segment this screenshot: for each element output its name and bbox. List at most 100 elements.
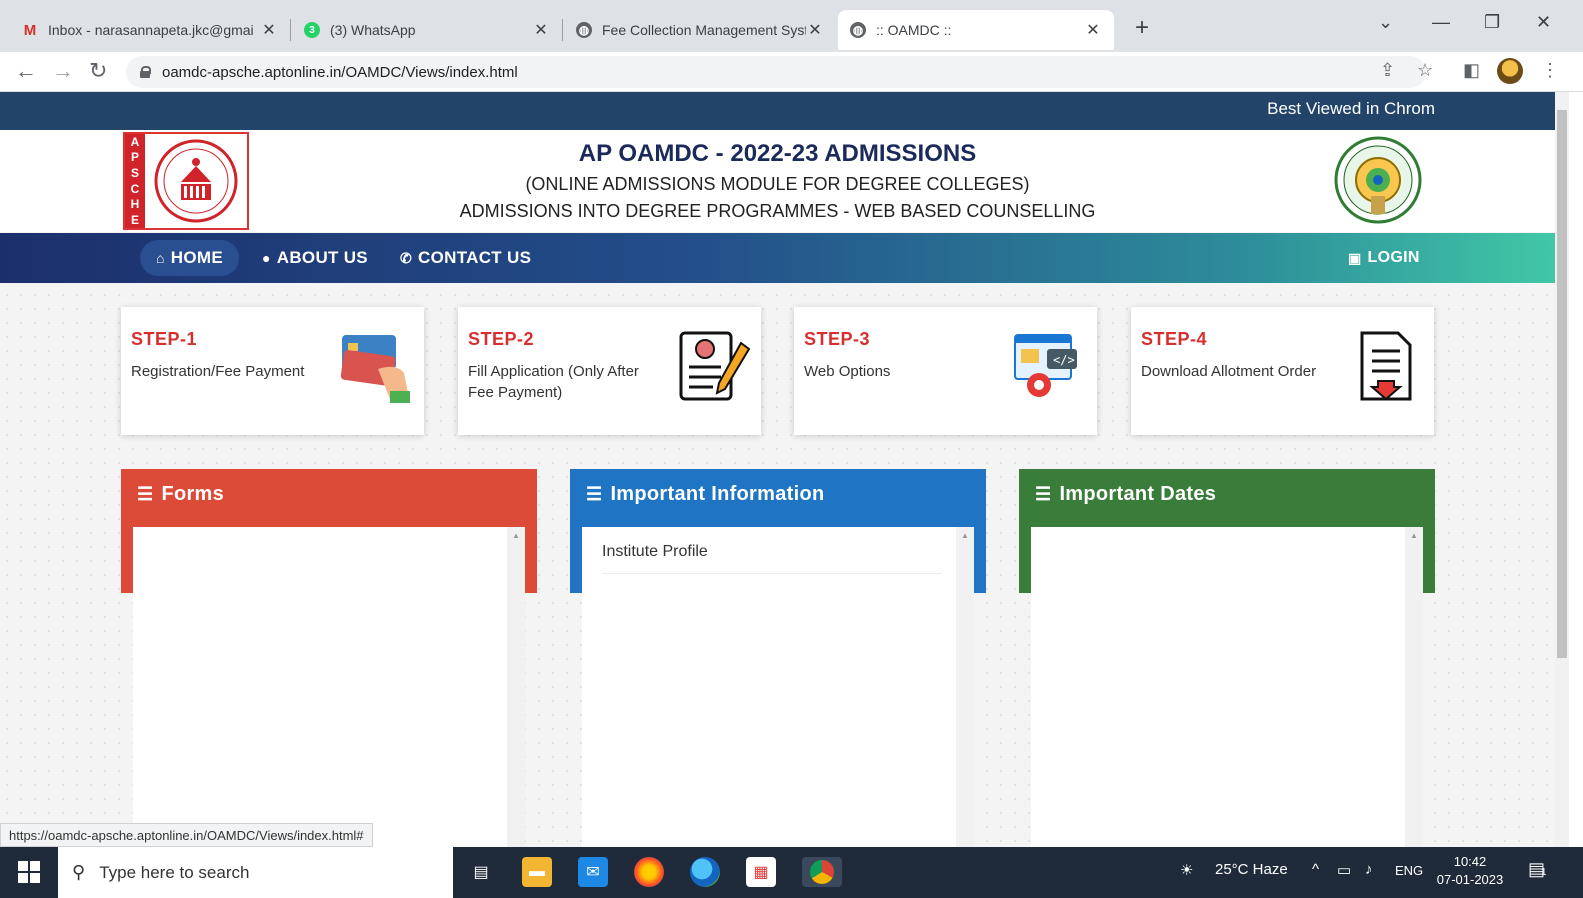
tab-fee-collection[interactable]: ◍ Fee Collection Management Syst ✕ [564, 10, 836, 50]
panel-scrollbar[interactable] [956, 527, 974, 847]
clock-date: 07-01-2023 [1436, 872, 1504, 887]
page-scrollbar[interactable] [1555, 92, 1569, 847]
panel-title-text: Important Information [610, 483, 825, 505]
application-form-icon [675, 329, 751, 405]
best-viewed-text: Best Viewed in Chrom [1267, 99, 1435, 118]
forward-button[interactable]: → [52, 58, 74, 84]
step-label: STEP-2 [468, 329, 535, 349]
credit-card-icon [338, 329, 414, 405]
close-icon[interactable]: ✕ [1084, 20, 1102, 40]
panel-title: ☰ Important Information [586, 483, 825, 506]
windows-start-icon[interactable] [18, 861, 40, 883]
top-notice-bar: Best Viewed in Chrom [0, 92, 1555, 130]
download-document-icon [1348, 329, 1424, 405]
page-title: AP OAMDC - 2022-23 ADMISSIONS [578, 140, 977, 167]
gmail-icon: M [23, 21, 37, 39]
panel-body[interactable] [1031, 527, 1423, 847]
panel-important-information: ☰ Important Information Institute Profil… [570, 469, 986, 847]
volume-icon[interactable]: ♪ [1365, 861, 1373, 878]
tab-whatsapp[interactable]: 3 (3) WhatsApp ✕ [292, 10, 562, 50]
home-icon: ⌂ [156, 250, 165, 266]
tab-gmail[interactable]: M Inbox - narasannapeta.jkc@gmai ✕ [10, 10, 290, 50]
close-icon[interactable]: ✕ [260, 20, 278, 40]
taskbar-search-box[interactable]: ⚲ Type here to search [58, 847, 453, 898]
share-icon[interactable]: ⇪ [1380, 60, 1395, 81]
search-placeholder: Type here to search [99, 862, 250, 882]
restore-button[interactable]: ❐ [1484, 12, 1500, 33]
ap-government-emblem-icon[interactable] [1333, 134, 1423, 228]
nav-contact-us[interactable]: ✆ CONTACT US [384, 240, 547, 276]
show-hidden-icons-icon[interactable]: ^ [1312, 861, 1319, 878]
notification-icon[interactable]: ▤1 [1528, 859, 1547, 880]
step-card-download-allotment[interactable]: STEP-4 Download Allotment Order [1131, 307, 1434, 435]
step-card-fill-application[interactable]: STEP-2 Fill Application (Only After Fee … [458, 307, 761, 435]
back-button[interactable]: ← [15, 58, 37, 84]
web-options-icon: </> [1011, 329, 1087, 405]
edge-icon[interactable] [690, 857, 720, 887]
weather-icon[interactable]: ☀ [1180, 861, 1193, 879]
url-text: oamdc-apsche.aptonline.in/OAMDC/Views/in… [162, 63, 518, 81]
screen: M Inbox - narasannapeta.jkc@gmai ✕ 3 (3)… [0, 0, 1583, 898]
step-card-registration[interactable]: STEP-1 Registration/Fee Payment [121, 307, 424, 435]
panel-body[interactable]: Institute Profile [582, 527, 974, 847]
panel-important-dates: ☰ Important Dates [1019, 469, 1435, 847]
chrome-icon[interactable] [802, 857, 842, 887]
notification-count: 1 [1541, 867, 1547, 878]
minimize-button[interactable]: — [1432, 12, 1450, 33]
tab-title: (3) WhatsApp [330, 22, 416, 38]
main-nav: ⌂ HOME ● ABOUT US ✆ CONTACT US ▣ LOGIN [0, 233, 1555, 283]
step-description: Registration/Fee Payment [131, 363, 305, 380]
tab-search-icon[interactable]: ⌄ [1378, 12, 1393, 33]
firefox-icon[interactable] [634, 857, 664, 887]
panel-title: ☰ Forms [137, 483, 224, 506]
language-indicator[interactable]: ENG [1395, 863, 1423, 878]
info-item-institute-profile[interactable]: Institute Profile [602, 543, 942, 574]
reload-button[interactable]: ↻ [89, 58, 107, 84]
tab-oamdc[interactable]: ◍ :: OAMDC :: ✕ [838, 10, 1114, 50]
network-icon[interactable]: ▭ [1337, 861, 1351, 879]
mail-icon[interactable]: ✉ [578, 857, 608, 887]
windows-taskbar: ⚲ Type here to search ▤ ▬ ✉ ▦ ☀ 25°C Haz… [0, 847, 1583, 898]
globe-icon: ◍ [576, 22, 592, 38]
step-label: STEP-4 [1141, 329, 1208, 349]
side-panel-icon[interactable]: ◧ [1463, 60, 1480, 81]
nav-login[interactable]: ▣ LOGIN [1332, 240, 1436, 276]
nav-about-us[interactable]: ● ABOUT US [246, 240, 384, 276]
list-icon: ☰ [586, 484, 603, 504]
list-icon: ☰ [137, 484, 154, 504]
step-card-web-options[interactable]: STEP-3 Web Options </> [794, 307, 1097, 435]
nav-home[interactable]: ⌂ HOME [140, 240, 239, 276]
bookmark-star-icon[interactable]: ☆ [1417, 60, 1433, 81]
close-icon[interactable]: ✕ [532, 20, 550, 40]
menu-dots-icon[interactable]: ⋮ [1541, 60, 1559, 81]
scrollbar-thumb[interactable] [1557, 110, 1567, 658]
clock-time: 10:42 [1453, 854, 1487, 869]
task-view-icon[interactable]: ▤ [466, 857, 496, 887]
browser-tab-strip: M Inbox - narasannapeta.jkc@gmai ✕ 3 (3)… [0, 0, 1583, 52]
tab-separator [290, 19, 291, 41]
lock-icon [140, 66, 151, 78]
address-bar[interactable]: oamdc-apsche.aptonline.in/OAMDC/Views/in… [126, 56, 1426, 88]
new-tab-button[interactable]: + [1135, 14, 1149, 42]
tab-title: Fee Collection Management Syst [602, 22, 806, 38]
profile-avatar[interactable] [1497, 58, 1523, 84]
close-icon[interactable]: ✕ [806, 20, 824, 40]
tab-title: :: OAMDC :: [876, 22, 952, 38]
lock-icon: ▣ [1348, 249, 1362, 266]
panel-scrollbar[interactable] [507, 527, 525, 847]
page-subtitle: (ONLINE ADMISSIONS MODULE FOR DEGREE COL… [525, 174, 1030, 194]
tab-title: Inbox - narasannapeta.jkc@gmai [48, 22, 254, 38]
file-explorer-icon[interactable]: ▬ [522, 857, 552, 887]
panel-title-text: Forms [161, 483, 225, 505]
page-subtitle-2: ADMISSIONS INTO DEGREE PROGRAMMES - WEB … [459, 201, 1096, 221]
web-page: Best Viewed in Chrom A P S C H E AP OAMD… [0, 92, 1555, 847]
panel-scrollbar[interactable] [1405, 527, 1423, 847]
panel-title-text: Important Dates [1059, 483, 1217, 505]
store-icon[interactable]: ▦ [746, 857, 776, 887]
weather-text[interactable]: 25°C Haze [1215, 861, 1288, 878]
close-window-button[interactable]: ✕ [1536, 12, 1551, 33]
step-description: Fill Application (Only After Fee Payment… [468, 363, 639, 401]
step-description: Web Options [804, 363, 891, 380]
taskbar-clock[interactable]: 10:42 07-01-2023 [1432, 853, 1508, 889]
panel-body[interactable] [133, 527, 525, 847]
